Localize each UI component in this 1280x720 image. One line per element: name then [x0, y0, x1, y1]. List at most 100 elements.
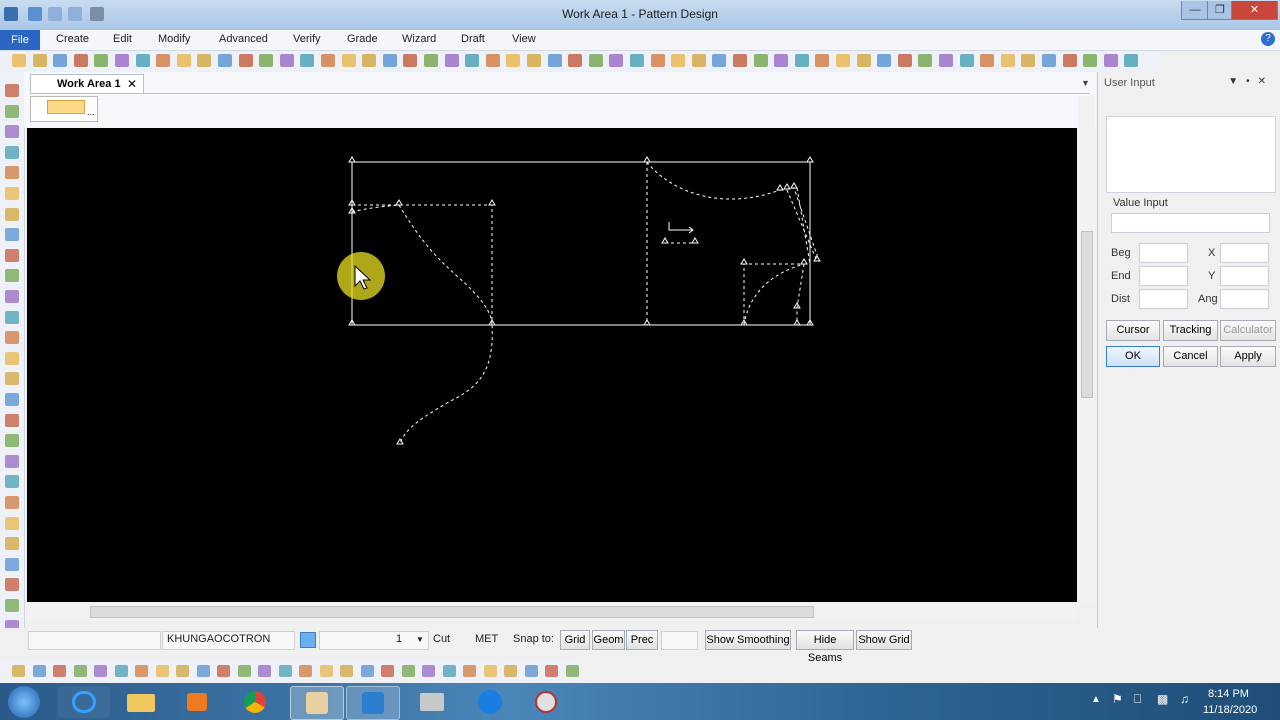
menu-create[interactable]: Create	[56, 33, 89, 45]
quantity-dropdown-icon[interactable]: ▼	[416, 635, 424, 644]
left-tool-icon[interactable]	[5, 475, 19, 489]
taskbar-ie[interactable]	[58, 686, 110, 718]
left-tool-icon[interactable]	[5, 393, 19, 406]
left-tool-icon[interactable]	[5, 496, 19, 509]
cancel-button[interactable]: Cancel	[1163, 346, 1218, 367]
taskbar-media[interactable]	[171, 686, 223, 718]
bottom-tool-icon[interactable]	[114, 665, 128, 677]
bottom-tool-icon[interactable]	[422, 665, 435, 677]
menu-verify[interactable]: Verify	[293, 33, 321, 45]
toolbar-tool-icon[interactable]	[279, 54, 294, 67]
left-tool-icon[interactable]	[5, 207, 19, 221]
x-field[interactable]	[1220, 243, 1269, 263]
toolbar-tool-icon[interactable]	[527, 54, 541, 67]
tray-volume-icon[interactable]: ♫	[1180, 692, 1189, 706]
clock-date[interactable]: 11/18/2020	[1203, 704, 1257, 716]
maximize-button[interactable]: ❐	[1207, 1, 1233, 20]
bottom-tool-icon[interactable]	[565, 665, 579, 677]
toolbar-tool-icon[interactable]	[73, 54, 88, 67]
toolbar-tool-icon[interactable]	[1124, 54, 1139, 67]
bottom-tool-icon[interactable]	[237, 665, 251, 677]
toolbar-tool-icon[interactable]	[156, 54, 171, 67]
left-tool-icon[interactable]	[5, 145, 19, 159]
left-tool-icon[interactable]	[5, 331, 19, 345]
taskbar-chrome[interactable]	[230, 686, 282, 718]
toolbar-tool-icon[interactable]	[897, 54, 912, 67]
bottom-tool-icon[interactable]	[32, 665, 46, 677]
left-tool-icon[interactable]	[5, 351, 19, 365]
toolbar-tool-icon[interactable]	[650, 54, 665, 67]
taskbar-app-gray[interactable]	[405, 686, 457, 718]
left-tool-icon[interactable]	[5, 578, 19, 592]
ang-field[interactable]	[1220, 289, 1269, 309]
toolbar-tool-icon[interactable]	[753, 54, 768, 67]
tab-work-area-1[interactable]: Work Area 1 ✕	[30, 74, 144, 94]
left-tool-icon[interactable]	[5, 248, 19, 262]
clock-time[interactable]: 8:14 PM	[1208, 688, 1249, 700]
toolbar-tool-icon[interactable]	[1083, 54, 1098, 67]
units-label[interactable]: MET	[475, 633, 498, 645]
taskbar-dashboard[interactable]	[520, 686, 572, 718]
toolbar-tool-icon[interactable]	[362, 54, 377, 67]
ok-button[interactable]: OK	[1106, 346, 1160, 367]
tray-device-icon[interactable]: ⎕	[1134, 692, 1141, 707]
left-tool-icon[interactable]	[5, 557, 19, 571]
toolbar-tool-icon[interactable]	[53, 54, 68, 67]
bottom-tool-icon[interactable]	[299, 665, 312, 677]
bottom-tool-icon[interactable]	[258, 665, 271, 677]
y-field[interactable]	[1220, 266, 1269, 286]
toolbar-tool-icon[interactable]	[1062, 54, 1077, 67]
tray-network-icon[interactable]: ▩	[1157, 692, 1168, 706]
taskbar-pattern-design[interactable]	[290, 686, 344, 720]
bottom-tool-icon[interactable]	[73, 665, 87, 677]
bottom-tool-icon[interactable]	[217, 665, 230, 677]
toolbar-tool-icon[interactable]	[135, 54, 150, 67]
left-tool-icon[interactable]	[5, 269, 19, 283]
tray-flag-icon[interactable]: ⚑	[1112, 692, 1123, 706]
toolbar-tool-icon[interactable]	[341, 54, 356, 67]
toolbar-tool-icon[interactable]	[197, 54, 212, 67]
toolbar-tool-icon[interactable]	[856, 54, 871, 67]
show-smoothing-button[interactable]: Show Smoothing	[705, 630, 791, 650]
toolbar-tool-icon[interactable]	[321, 54, 335, 67]
snap-geom-button[interactable]: Geom	[592, 630, 625, 650]
menu-view[interactable]: View	[512, 33, 536, 45]
bottom-tool-icon[interactable]	[524, 665, 538, 677]
toolbar-tool-icon[interactable]	[980, 54, 995, 67]
show-grid-button[interactable]: Show Grid	[856, 630, 912, 650]
toolbar-tool-icon[interactable]	[671, 54, 686, 67]
toolbar-tool-icon[interactable]	[691, 54, 706, 67]
bottom-tool-icon[interactable]	[463, 665, 476, 677]
left-tool-icon[interactable]	[5, 310, 19, 324]
end-field[interactable]	[1139, 266, 1188, 286]
cursor-button[interactable]: Cursor	[1106, 320, 1160, 341]
toolbar-tool-icon[interactable]	[176, 54, 191, 67]
bottom-tool-icon[interactable]	[278, 665, 292, 677]
bottom-tool-icon[interactable]	[401, 665, 415, 677]
toolbar-tool-icon[interactable]	[712, 54, 727, 67]
horizontal-scrollbar[interactable]	[27, 603, 1077, 620]
toolbar-tool-icon[interactable]	[1042, 54, 1056, 67]
toolbar-tool-icon[interactable]	[259, 54, 274, 67]
left-tool-icon[interactable]	[5, 372, 19, 386]
toolbar-tool-icon[interactable]	[1000, 54, 1015, 67]
bottom-tool-icon[interactable]	[135, 665, 148, 677]
toolbar-tool-icon[interactable]	[630, 54, 644, 67]
bottom-tool-icon[interactable]	[442, 665, 456, 677]
hide-seams-button[interactable]: Hide Seams	[796, 630, 854, 664]
taskbar-zalo[interactable]	[464, 686, 516, 718]
left-tool-icon[interactable]	[5, 537, 19, 551]
left-tool-icon[interactable]	[5, 228, 19, 242]
minimize-button[interactable]: —	[1181, 1, 1209, 20]
user-input-box[interactable]	[1106, 116, 1276, 193]
left-tool-icon[interactable]	[5, 166, 19, 180]
help-icon[interactable]: ?	[1261, 32, 1275, 46]
toolbar-tool-icon[interactable]	[918, 54, 933, 67]
toolbar-tool-icon[interactable]	[506, 54, 521, 67]
bottom-tool-icon[interactable]	[381, 665, 394, 677]
bottom-tool-icon[interactable]	[360, 665, 374, 677]
left-tool-icon[interactable]	[5, 434, 19, 448]
left-tool-icon[interactable]	[5, 454, 19, 468]
toolbar-tool-icon[interactable]	[733, 54, 747, 67]
left-tool-icon[interactable]	[5, 187, 19, 200]
